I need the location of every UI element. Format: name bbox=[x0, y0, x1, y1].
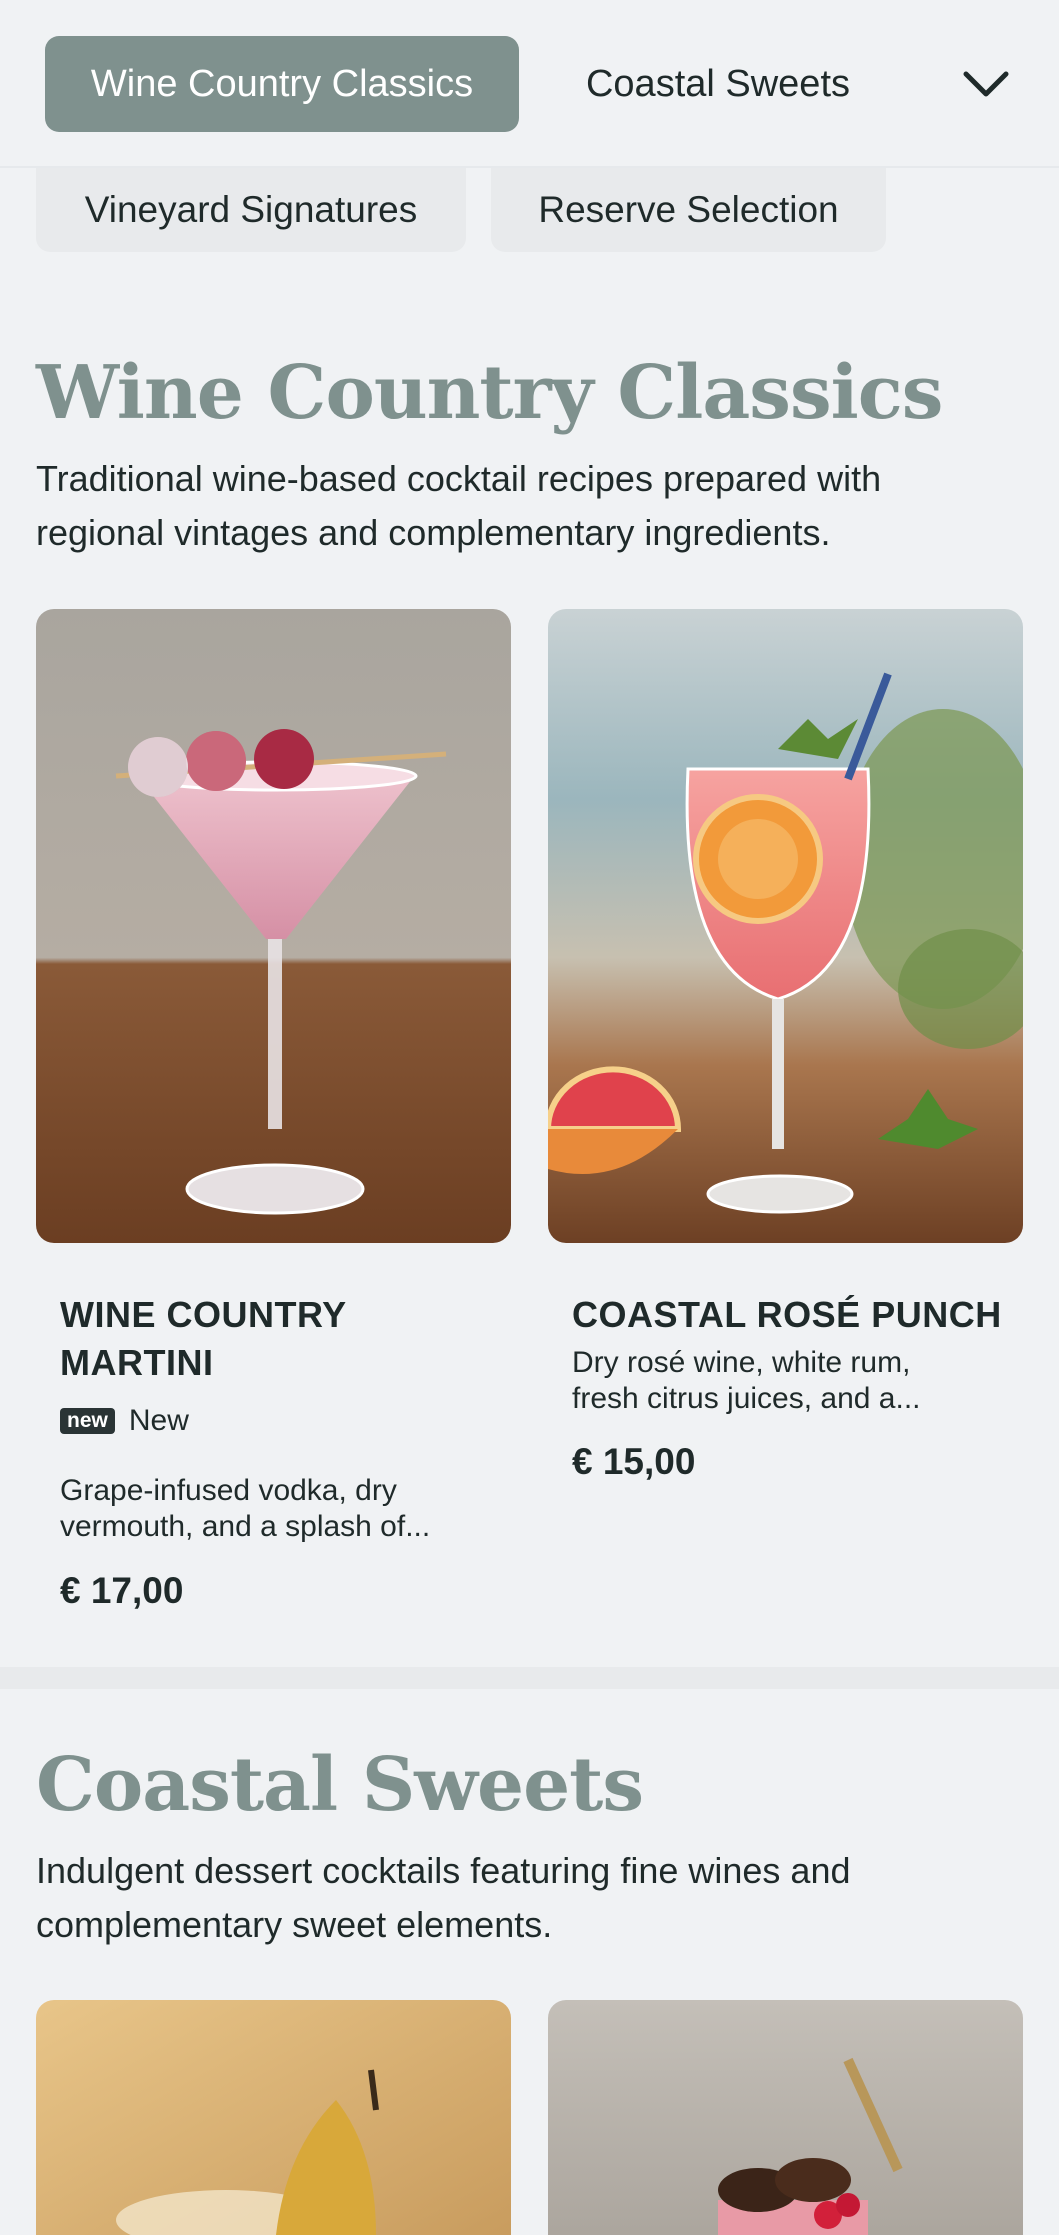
pear-dessert-cocktail-image[interactable] bbox=[36, 2000, 511, 2235]
section-divider bbox=[0, 1667, 1059, 1689]
item-name[interactable]: WINE COUNTRY MARTINI bbox=[60, 1291, 500, 1387]
section-title: Coastal Sweets bbox=[36, 1742, 644, 1828]
item-description: Dry rosé wine, white rum, fresh citrus j… bbox=[572, 1345, 1012, 1417]
item-description-line: Grape-infused vodka, dry bbox=[60, 1474, 397, 1507]
tab-wine-country-classics[interactable]: Wine Country Classics bbox=[45, 36, 519, 132]
section-title: Wine Country Classics bbox=[36, 350, 943, 436]
item-description: Grape-infused vodka, dry vermouth, and a… bbox=[60, 1473, 500, 1545]
tab-reserve-selection[interactable]: Reserve Selection bbox=[491, 168, 886, 252]
section-description: Traditional wine-based cocktail recipes … bbox=[36, 458, 882, 553]
wine-country-martini-image[interactable] bbox=[36, 609, 511, 1243]
section-description: Indulgent dessert cocktails featuring fi… bbox=[36, 1850, 851, 1945]
coastal-rose-punch-image[interactable] bbox=[548, 609, 1023, 1243]
new-badge: new bbox=[60, 1408, 115, 1434]
item-name-line: WINE COUNTRY bbox=[60, 1294, 347, 1335]
new-badge-label: New bbox=[128, 1404, 189, 1437]
category-nav: Wine Country Classics Coastal Sweets bbox=[0, 0, 1059, 168]
tab-vineyard-signatures[interactable]: Vineyard Signatures bbox=[36, 168, 466, 252]
item-description-line: vermouth, and a splash of... bbox=[60, 1510, 431, 1543]
item-description-line: Dry rosé wine, white rum, bbox=[572, 1346, 911, 1379]
item-name-line: MARTINI bbox=[60, 1342, 214, 1383]
item-price: € 17,00 bbox=[60, 1570, 184, 1611]
tab-coastal-sweets[interactable]: Coastal Sweets bbox=[568, 36, 868, 132]
item-price: € 15,00 bbox=[572, 1441, 696, 1482]
chocolate-berry-cocktail-image[interactable] bbox=[548, 2000, 1023, 2235]
new-badge-row: new New bbox=[60, 1404, 189, 1438]
item-name-line: COASTAL ROSÉ PUNCH bbox=[572, 1294, 1002, 1335]
item-name[interactable]: COASTAL ROSÉ PUNCH bbox=[572, 1291, 1012, 1339]
item-description-line: fresh citrus juices, and a... bbox=[572, 1382, 921, 1415]
chevron-down-icon[interactable] bbox=[960, 60, 1012, 108]
